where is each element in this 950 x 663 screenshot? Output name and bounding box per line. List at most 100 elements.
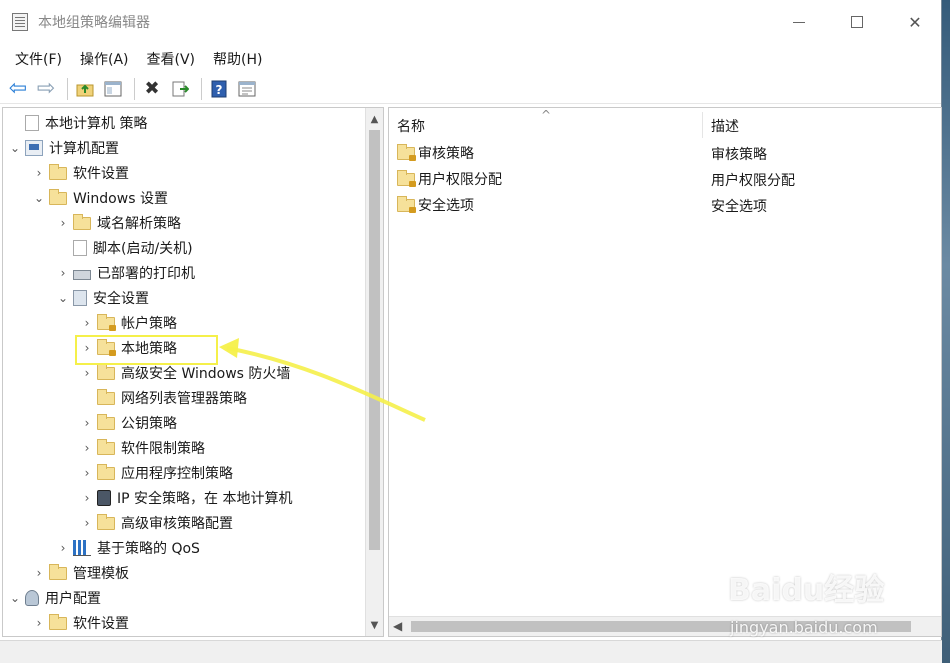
chevron-right-icon[interactable]: › xyxy=(79,415,95,431)
menu-help[interactable]: 帮助(H) xyxy=(206,49,269,69)
locked-folder-icon xyxy=(97,314,116,331)
tree-item-label: 管理模板 xyxy=(73,565,129,582)
menu-file[interactable]: 文件(F) xyxy=(8,49,69,69)
chevron-right-icon[interactable]: › xyxy=(79,465,95,481)
chevron-right-icon[interactable]: › xyxy=(31,165,47,181)
tree-item-dns-policy[interactable]: › 域名解析策略 xyxy=(3,210,363,235)
chevron-right-icon[interactable]: › xyxy=(55,215,71,231)
script-icon xyxy=(73,239,87,256)
list-item[interactable]: 安全选项 安全选项 xyxy=(389,192,941,218)
tree-item-ip-security[interactable]: › IP 安全策略，在 本地计算机 xyxy=(3,485,363,510)
list-header: ^ 名称 描述 xyxy=(389,108,941,140)
tree-item-user-config[interactable]: ⌄ 用户配置 xyxy=(3,585,363,610)
locked-folder-icon xyxy=(397,143,416,161)
tree-item-qos[interactable]: › 基于策略的 QoS xyxy=(3,535,363,560)
chevron-right-icon[interactable]: › xyxy=(55,540,71,556)
list-item-label: 审核策略 xyxy=(418,146,474,162)
chevron-down-icon[interactable]: ⌄ xyxy=(7,140,23,156)
baidu-watermark: Baidu经验 xyxy=(728,573,885,608)
tree-item-label: 已部署的打印机 xyxy=(97,265,195,282)
tree-item-scripts[interactable]: 脚本(启动/关机) xyxy=(3,235,363,260)
chevron-right-icon[interactable]: › xyxy=(79,440,95,456)
tree-item-software-settings[interactable]: › 软件设置 xyxy=(3,160,363,185)
tree-item-label: Windows 设置 xyxy=(73,190,168,207)
tree-item-network-list-policies[interactable]: 网络列表管理器策略 xyxy=(3,385,363,410)
maximize-icon xyxy=(851,16,863,28)
forward-button[interactable]: ⇨ xyxy=(34,76,58,101)
list-item-label: 用户权限分配 xyxy=(418,172,502,188)
maximize-button[interactable] xyxy=(828,0,886,44)
tree-item-windows-firewall[interactable]: › 高级安全 Windows 防火墙 xyxy=(3,360,363,385)
scroll-thumb[interactable] xyxy=(369,130,380,550)
tree-item-label: 应用程序控制策略 xyxy=(121,465,233,482)
tree-item-public-key-policies[interactable]: › 公钥策略 xyxy=(3,410,363,435)
tree-item-label: 用户配置 xyxy=(45,590,101,607)
column-header-description[interactable]: 描述 xyxy=(711,116,739,136)
chevron-right-icon[interactable]: › xyxy=(79,315,95,331)
sort-caret-icon: ^ xyxy=(541,108,552,122)
tree-expander xyxy=(79,390,95,406)
tree-item-deployed-printers[interactable]: › 已部署的打印机 xyxy=(3,260,363,285)
up-level-button[interactable] xyxy=(73,77,97,101)
tree-item-user-software-settings[interactable]: › 软件设置 xyxy=(3,610,363,635)
chevron-right-icon[interactable]: › xyxy=(79,515,95,531)
tree-item-local-computer-policy[interactable]: 本地计算机 策略 xyxy=(3,110,363,135)
chevron-right-icon[interactable]: › xyxy=(55,265,71,281)
tree-item-label: 公钥策略 xyxy=(121,415,177,432)
tree-item-advanced-audit[interactable]: › 高级审核策略配置 xyxy=(3,510,363,535)
tree-item-label: 脚本(启动/关机) xyxy=(93,240,193,257)
chevron-right-icon[interactable]: › xyxy=(31,565,47,581)
folder-icon xyxy=(49,564,67,580)
tree-item-account-policies[interactable]: › 帐户策略 xyxy=(3,310,363,335)
tree-item-software-restriction[interactable]: › 软件限制策略 xyxy=(3,435,363,460)
tree-item-security-settings[interactable]: ⌄ 安全设置 xyxy=(3,285,363,310)
delete-icon: ✖ xyxy=(144,78,160,99)
back-button[interactable]: ⇦ xyxy=(6,76,30,101)
chevron-right-icon[interactable]: › xyxy=(79,340,95,356)
tree-item-label: 软件限制策略 xyxy=(121,440,205,457)
menu-action[interactable]: 操作(A) xyxy=(73,49,136,69)
properties-icon xyxy=(238,81,256,96)
column-divider[interactable] xyxy=(702,112,703,138)
toolbar-separator xyxy=(134,77,135,100)
tree-vertical-scrollbar[interactable]: ▲ ▼ xyxy=(365,108,383,636)
bar-chart-icon xyxy=(73,539,91,556)
export-list-button[interactable] xyxy=(168,77,192,101)
folder-icon xyxy=(97,464,115,480)
tree-item-admin-templates[interactable]: › 管理模板 xyxy=(3,560,363,585)
scroll-left-icon[interactable]: ◀ xyxy=(393,619,402,633)
tree-item-app-control[interactable]: › 应用程序控制策略 xyxy=(3,460,363,485)
tree-item-label: 安全设置 xyxy=(93,290,149,307)
folder-icon xyxy=(73,214,91,230)
list-item[interactable]: 用户权限分配 用户权限分配 xyxy=(389,166,941,192)
tree-item-windows-settings[interactable]: ⌄ Windows 设置 xyxy=(3,185,363,210)
tree-item-label: 帐户策略 xyxy=(121,315,177,332)
tree-item-label: 软件设置 xyxy=(73,615,129,632)
chevron-down-icon[interactable]: ⌄ xyxy=(7,590,23,606)
scroll-down-icon[interactable]: ▼ xyxy=(366,616,383,634)
tree-item-computer-config[interactable]: ⌄ 计算机配置 xyxy=(3,135,363,160)
column-header-name[interactable]: 名称 xyxy=(397,116,425,136)
minimize-button[interactable] xyxy=(770,0,828,44)
watermark-url: jingyan.baidu.com xyxy=(730,618,878,637)
up-folder-icon xyxy=(76,84,94,96)
tree-item-label: 高级安全 Windows 防火墙 xyxy=(121,365,291,382)
menu-view[interactable]: 查看(V) xyxy=(140,49,203,69)
title-bar[interactable]: 本地组策略编辑器 ✕ xyxy=(0,0,941,44)
scroll-up-icon[interactable]: ▲ xyxy=(366,110,383,128)
properties-button[interactable] xyxy=(235,77,259,101)
show-hide-tree-button[interactable] xyxy=(101,77,125,101)
chevron-right-icon[interactable]: › xyxy=(79,490,95,506)
tree-item-label: 本地计算机 策略 xyxy=(45,115,148,132)
tree-item-local-policies[interactable]: › 本地策略 xyxy=(3,335,363,360)
chevron-right-icon[interactable]: › xyxy=(79,365,95,381)
chevron-down-icon[interactable]: ⌄ xyxy=(31,190,47,206)
folder-icon xyxy=(49,164,67,180)
close-button[interactable]: ✕ xyxy=(886,0,944,44)
delete-button[interactable]: ✖ xyxy=(140,77,164,101)
chevron-down-icon[interactable]: ⌄ xyxy=(55,290,71,306)
list-item[interactable]: 审核策略 审核策略 xyxy=(389,140,941,166)
help-button[interactable]: ? xyxy=(207,77,231,101)
chevron-right-icon[interactable]: › xyxy=(31,615,47,631)
folder-icon xyxy=(97,389,115,405)
